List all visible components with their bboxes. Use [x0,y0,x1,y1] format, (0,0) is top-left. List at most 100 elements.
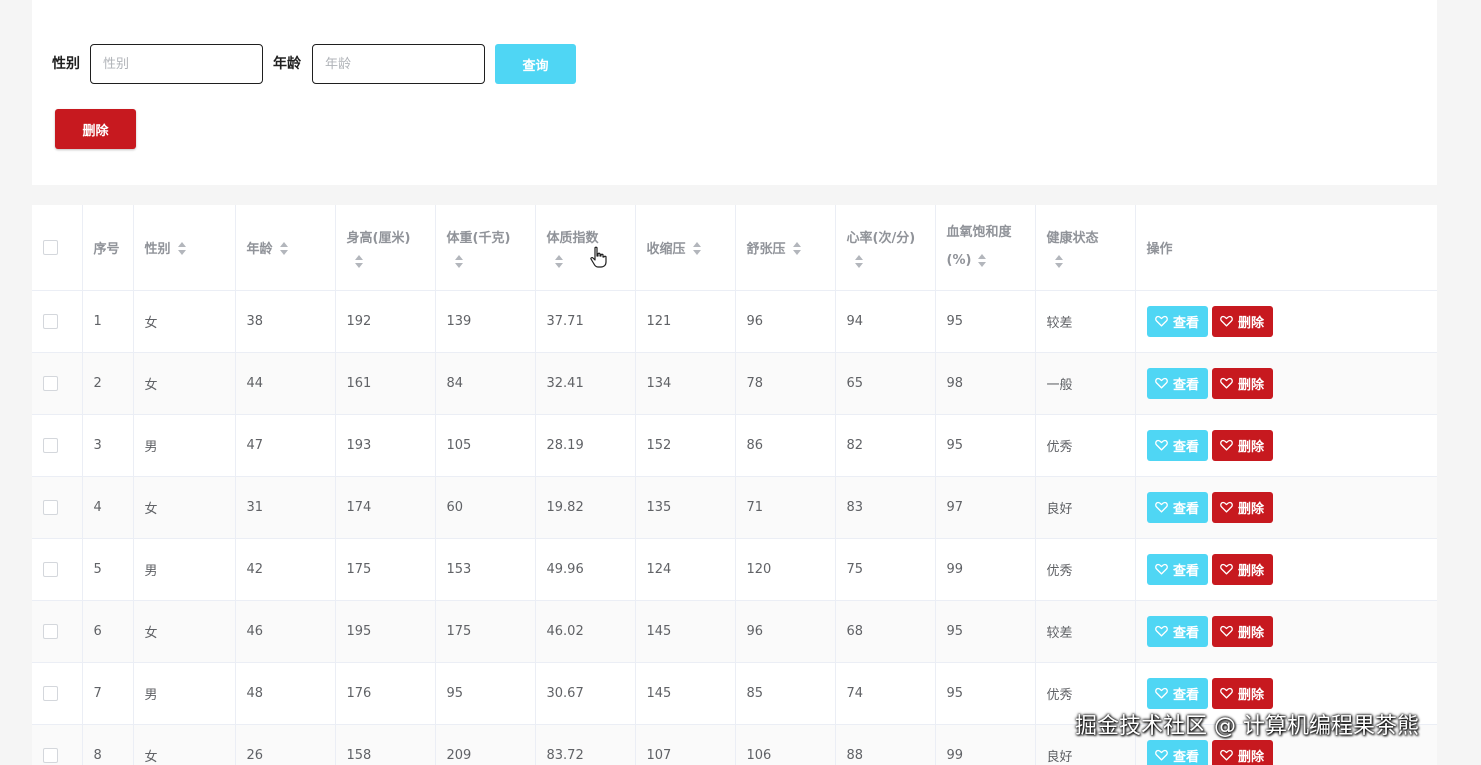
table-row: 4女311746019.82135718397良好查看删除 [32,476,1437,538]
row-actions-cell: 查看删除 [1135,538,1437,600]
cell-bmi: 46.02 [535,600,635,662]
cell-heart-rate: 82 [835,414,935,476]
heart-icon [1220,501,1233,513]
cell-weight: 175 [435,600,535,662]
view-button[interactable]: 查看 [1147,616,1208,647]
heart-icon [1155,315,1168,327]
cell-diastolic: 96 [735,290,835,352]
cell-height: 158 [335,724,435,765]
header-bmi[interactable]: 体质指数 [535,205,635,290]
cell-heart-rate: 94 [835,290,935,352]
header-heart-rate[interactable]: 心率(次/分) [835,205,935,290]
heart-icon [1220,315,1233,327]
row-checkbox[interactable] [43,438,58,453]
cell-heart-rate: 83 [835,476,935,538]
row-checkbox[interactable] [43,748,58,763]
cell-height: 192 [335,290,435,352]
cell-age: 26 [235,724,335,765]
delete-button[interactable]: 删除 [1212,616,1273,647]
cell-index: 3 [82,414,133,476]
gender-filter-input[interactable] [90,44,263,84]
delete-button[interactable]: 删除 [1212,430,1273,461]
cell-gender: 男 [133,414,235,476]
cell-weight: 84 [435,352,535,414]
sort-icon[interactable] [554,255,564,269]
delete-button[interactable]: 删除 [1212,678,1273,709]
sort-icon[interactable] [177,242,187,256]
row-checkbox[interactable] [43,314,58,329]
delete-button[interactable]: 删除 [1212,740,1273,765]
header-spo2[interactable]: 血氧饱和度(%) [935,205,1035,290]
header-height[interactable]: 身高(厘米) [335,205,435,290]
cell-heart-rate: 75 [835,538,935,600]
heart-icon [1155,501,1168,513]
cell-bmi: 37.71 [535,290,635,352]
cell-diastolic: 96 [735,600,835,662]
row-checkbox[interactable] [43,562,58,577]
sort-icon[interactable] [692,242,702,256]
cell-index: 8 [82,724,133,765]
cell-gender: 女 [133,600,235,662]
age-filter-input[interactable] [312,44,485,84]
select-all-checkbox[interactable] [43,240,58,255]
cell-height: 174 [335,476,435,538]
cell-systolic: 107 [635,724,735,765]
cell-spo2: 99 [935,724,1035,765]
view-button[interactable]: 查看 [1147,554,1208,585]
header-health[interactable]: 健康状态 [1035,205,1135,290]
query-button[interactable]: 查询 [495,44,576,84]
row-checkbox[interactable] [43,376,58,391]
header-diastolic[interactable]: 舒张压 [735,205,835,290]
row-checkbox[interactable] [43,624,58,639]
cell-health: 一般 [1035,352,1135,414]
view-button[interactable]: 查看 [1147,492,1208,523]
cell-diastolic: 78 [735,352,835,414]
sort-icon[interactable] [977,254,987,268]
cell-weight: 95 [435,662,535,724]
table-row: 5男4217515349.961241207599优秀查看删除 [32,538,1437,600]
header-gender[interactable]: 性别 [133,205,235,290]
row-checkbox[interactable] [43,500,58,515]
hand-cursor-icon [589,246,607,268]
delete-button[interactable]: 删除 [1212,492,1273,523]
row-actions-cell: 查看删除 [1135,414,1437,476]
header-systolic[interactable]: 收缩压 [635,205,735,290]
row-select-cell [32,724,82,765]
row-select-cell [32,600,82,662]
batch-delete-button[interactable]: 删除 [55,109,136,149]
heart-icon [1220,377,1233,389]
view-button[interactable]: 查看 [1147,740,1208,765]
sort-icon[interactable] [854,255,864,269]
table-header-row: 序号 性别 年龄 身高(厘米) 体重(千克) 体质指数 收缩压 舒张压 心率(次… [32,205,1437,290]
heart-icon [1155,625,1168,637]
header-age[interactable]: 年龄 [235,205,335,290]
delete-button[interactable]: 删除 [1212,368,1273,399]
gender-filter-label: 性别 [52,53,80,73]
view-button[interactable]: 查看 [1147,430,1208,461]
delete-button[interactable]: 删除 [1212,306,1273,337]
cell-age: 46 [235,600,335,662]
table-row: 3男4719310528.19152868295优秀查看删除 [32,414,1437,476]
delete-button[interactable]: 删除 [1212,554,1273,585]
header-weight[interactable]: 体重(千克) [435,205,535,290]
sort-icon[interactable] [354,255,364,269]
row-select-cell [32,414,82,476]
cell-age: 47 [235,414,335,476]
cell-health: 优秀 [1035,538,1135,600]
table-row: 2女441618432.41134786598一般查看删除 [32,352,1437,414]
cell-spo2: 95 [935,662,1035,724]
sort-icon[interactable] [279,242,289,256]
sort-icon[interactable] [454,255,464,269]
view-button[interactable]: 查看 [1147,368,1208,399]
sort-icon[interactable] [792,242,802,256]
cell-index: 4 [82,476,133,538]
view-button[interactable]: 查看 [1147,306,1208,337]
row-actions-cell: 查看删除 [1135,290,1437,352]
cell-spo2: 99 [935,538,1035,600]
row-select-cell [32,538,82,600]
sort-icon[interactable] [1054,255,1064,269]
view-button[interactable]: 查看 [1147,678,1208,709]
row-checkbox[interactable] [43,686,58,701]
heart-icon [1220,749,1233,761]
cell-gender: 女 [133,724,235,765]
